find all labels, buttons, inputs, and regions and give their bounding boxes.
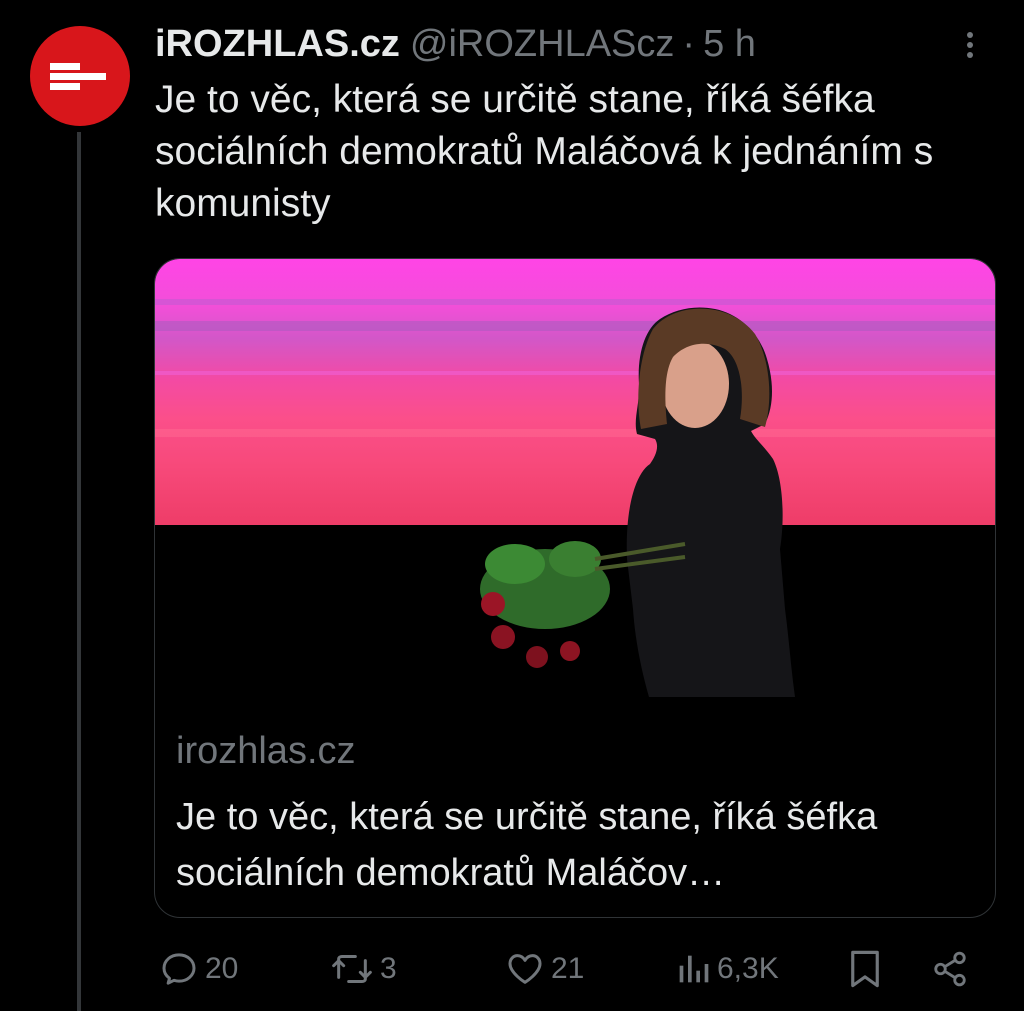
like-button[interactable]: 21 [505, 944, 584, 994]
more-vertical-icon [967, 32, 973, 58]
thread-line [77, 132, 81, 1011]
separator-dot: · [682, 22, 696, 65]
views-button[interactable]: 6,3K [675, 944, 779, 994]
reply-count: 20 [205, 952, 239, 985]
timestamp[interactable]: 5 h [703, 23, 756, 66]
irozhlas-logo-icon [50, 63, 106, 90]
link-card[interactable]: irozhlas.cz Je to věc, která se určitě s… [154, 258, 996, 918]
share-button[interactable] [931, 944, 969, 994]
card-image [155, 259, 995, 697]
card-domain: irozhlas.cz [176, 730, 356, 772]
views-count: 6,3K [717, 952, 779, 985]
display-name[interactable]: iROZHLAS.cz [155, 23, 400, 66]
retweet-count: 3 [380, 952, 397, 985]
retweet-button[interactable]: 3 [330, 944, 397, 994]
card-title: Je to věc, která se určitě stane, říká š… [176, 796, 878, 894]
more-options-button[interactable] [958, 30, 982, 60]
views-icon [679, 955, 709, 983]
card-text: irozhlas.cz Je to věc, která se určitě s… [176, 725, 976, 901]
retweet-icon [332, 955, 372, 983]
heart-icon [508, 954, 542, 984]
tweet-text: Je to věc, která se určitě stane, říká š… [155, 78, 934, 225]
handle[interactable]: @iROZHLAScz [410, 23, 675, 66]
tweet[interactable]: iROZHLAS.cz @iROZHLAScz · 5 h Je to věc,… [0, 0, 1024, 1011]
bookmark-button[interactable] [847, 944, 883, 994]
share-icon [934, 951, 966, 987]
bookmark-icon [851, 950, 879, 988]
like-count: 21 [551, 952, 585, 985]
reply-icon [162, 953, 196, 985]
avatar[interactable] [30, 26, 130, 126]
tweet-header: iROZHLAS.cz @iROZHLAScz · 5 h [155, 20, 1000, 68]
action-bar: 20 3 21 6,3K [155, 944, 985, 994]
reply-button[interactable]: 20 [159, 944, 238, 994]
